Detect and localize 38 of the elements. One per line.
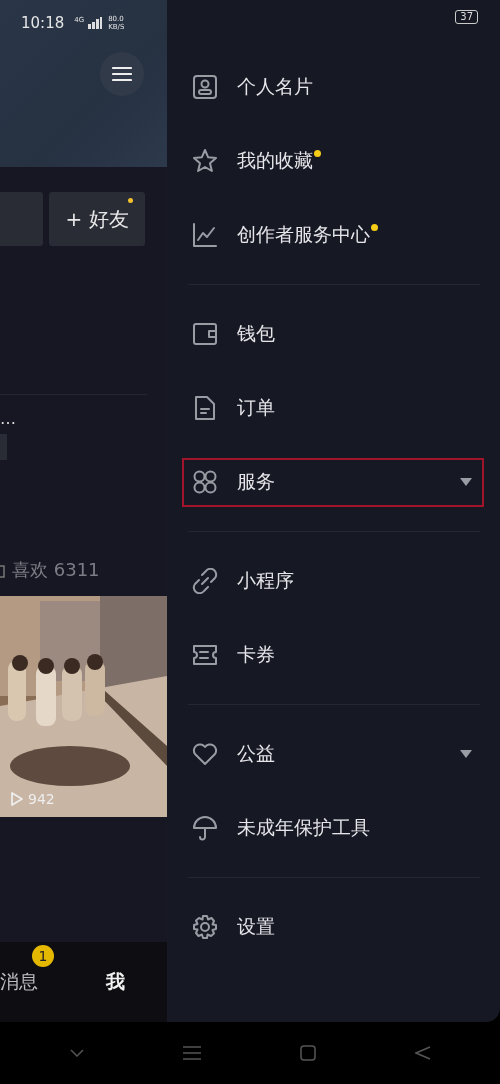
unread-badge: 1 xyxy=(32,945,54,967)
home-icon[interactable] xyxy=(299,1045,316,1061)
menu-item[interactable]: 钱包 xyxy=(182,309,484,359)
menu-item[interactable]: 设置 xyxy=(182,902,484,952)
menu-item[interactable]: 服务 xyxy=(182,457,484,507)
likes-count: 喜欢 6311 xyxy=(12,558,100,582)
menu-item[interactable]: 个人名片 xyxy=(182,62,484,112)
menu-item[interactable]: 创作者服务中心 xyxy=(182,210,484,260)
battery-level: 37 xyxy=(455,10,478,24)
id-card-icon xyxy=(192,74,218,100)
tab[interactable]: 我 xyxy=(106,969,125,995)
menu-icon[interactable] xyxy=(182,1046,201,1060)
settings-icon xyxy=(192,914,218,940)
add-friend-button[interactable]: + 好友 xyxy=(49,192,145,246)
back-icon[interactable] xyxy=(414,1046,431,1060)
menu-icon xyxy=(112,66,132,82)
menu-item[interactable]: 未成年保护工具 xyxy=(182,803,484,853)
menu-item[interactable]: 卡券 xyxy=(182,630,484,680)
menu-item[interactable]: 订单 xyxy=(182,383,484,433)
menu-item[interactable]: 小程序 xyxy=(182,556,484,606)
menu-button[interactable] xyxy=(100,52,144,96)
chevron-down-icon[interactable] xyxy=(69,1049,84,1057)
line-chart-icon xyxy=(192,222,218,248)
truncated-text: … xyxy=(0,409,16,428)
wallet-icon xyxy=(192,321,218,347)
link-icon xyxy=(192,568,218,594)
grid-icon xyxy=(192,469,218,495)
menu-item[interactable]: 公益 xyxy=(182,729,484,779)
umbrella-icon xyxy=(192,815,218,841)
menu-item[interactable]: 我的收藏 xyxy=(182,136,484,186)
document-icon xyxy=(192,395,218,421)
ticket-icon xyxy=(192,642,218,668)
view-count: 942 xyxy=(28,791,55,807)
star-icon xyxy=(192,148,218,174)
signal-icon xyxy=(88,17,103,29)
play-icon xyxy=(10,791,24,807)
status-time: 10:18 xyxy=(21,14,65,32)
heart-icon xyxy=(192,741,218,767)
